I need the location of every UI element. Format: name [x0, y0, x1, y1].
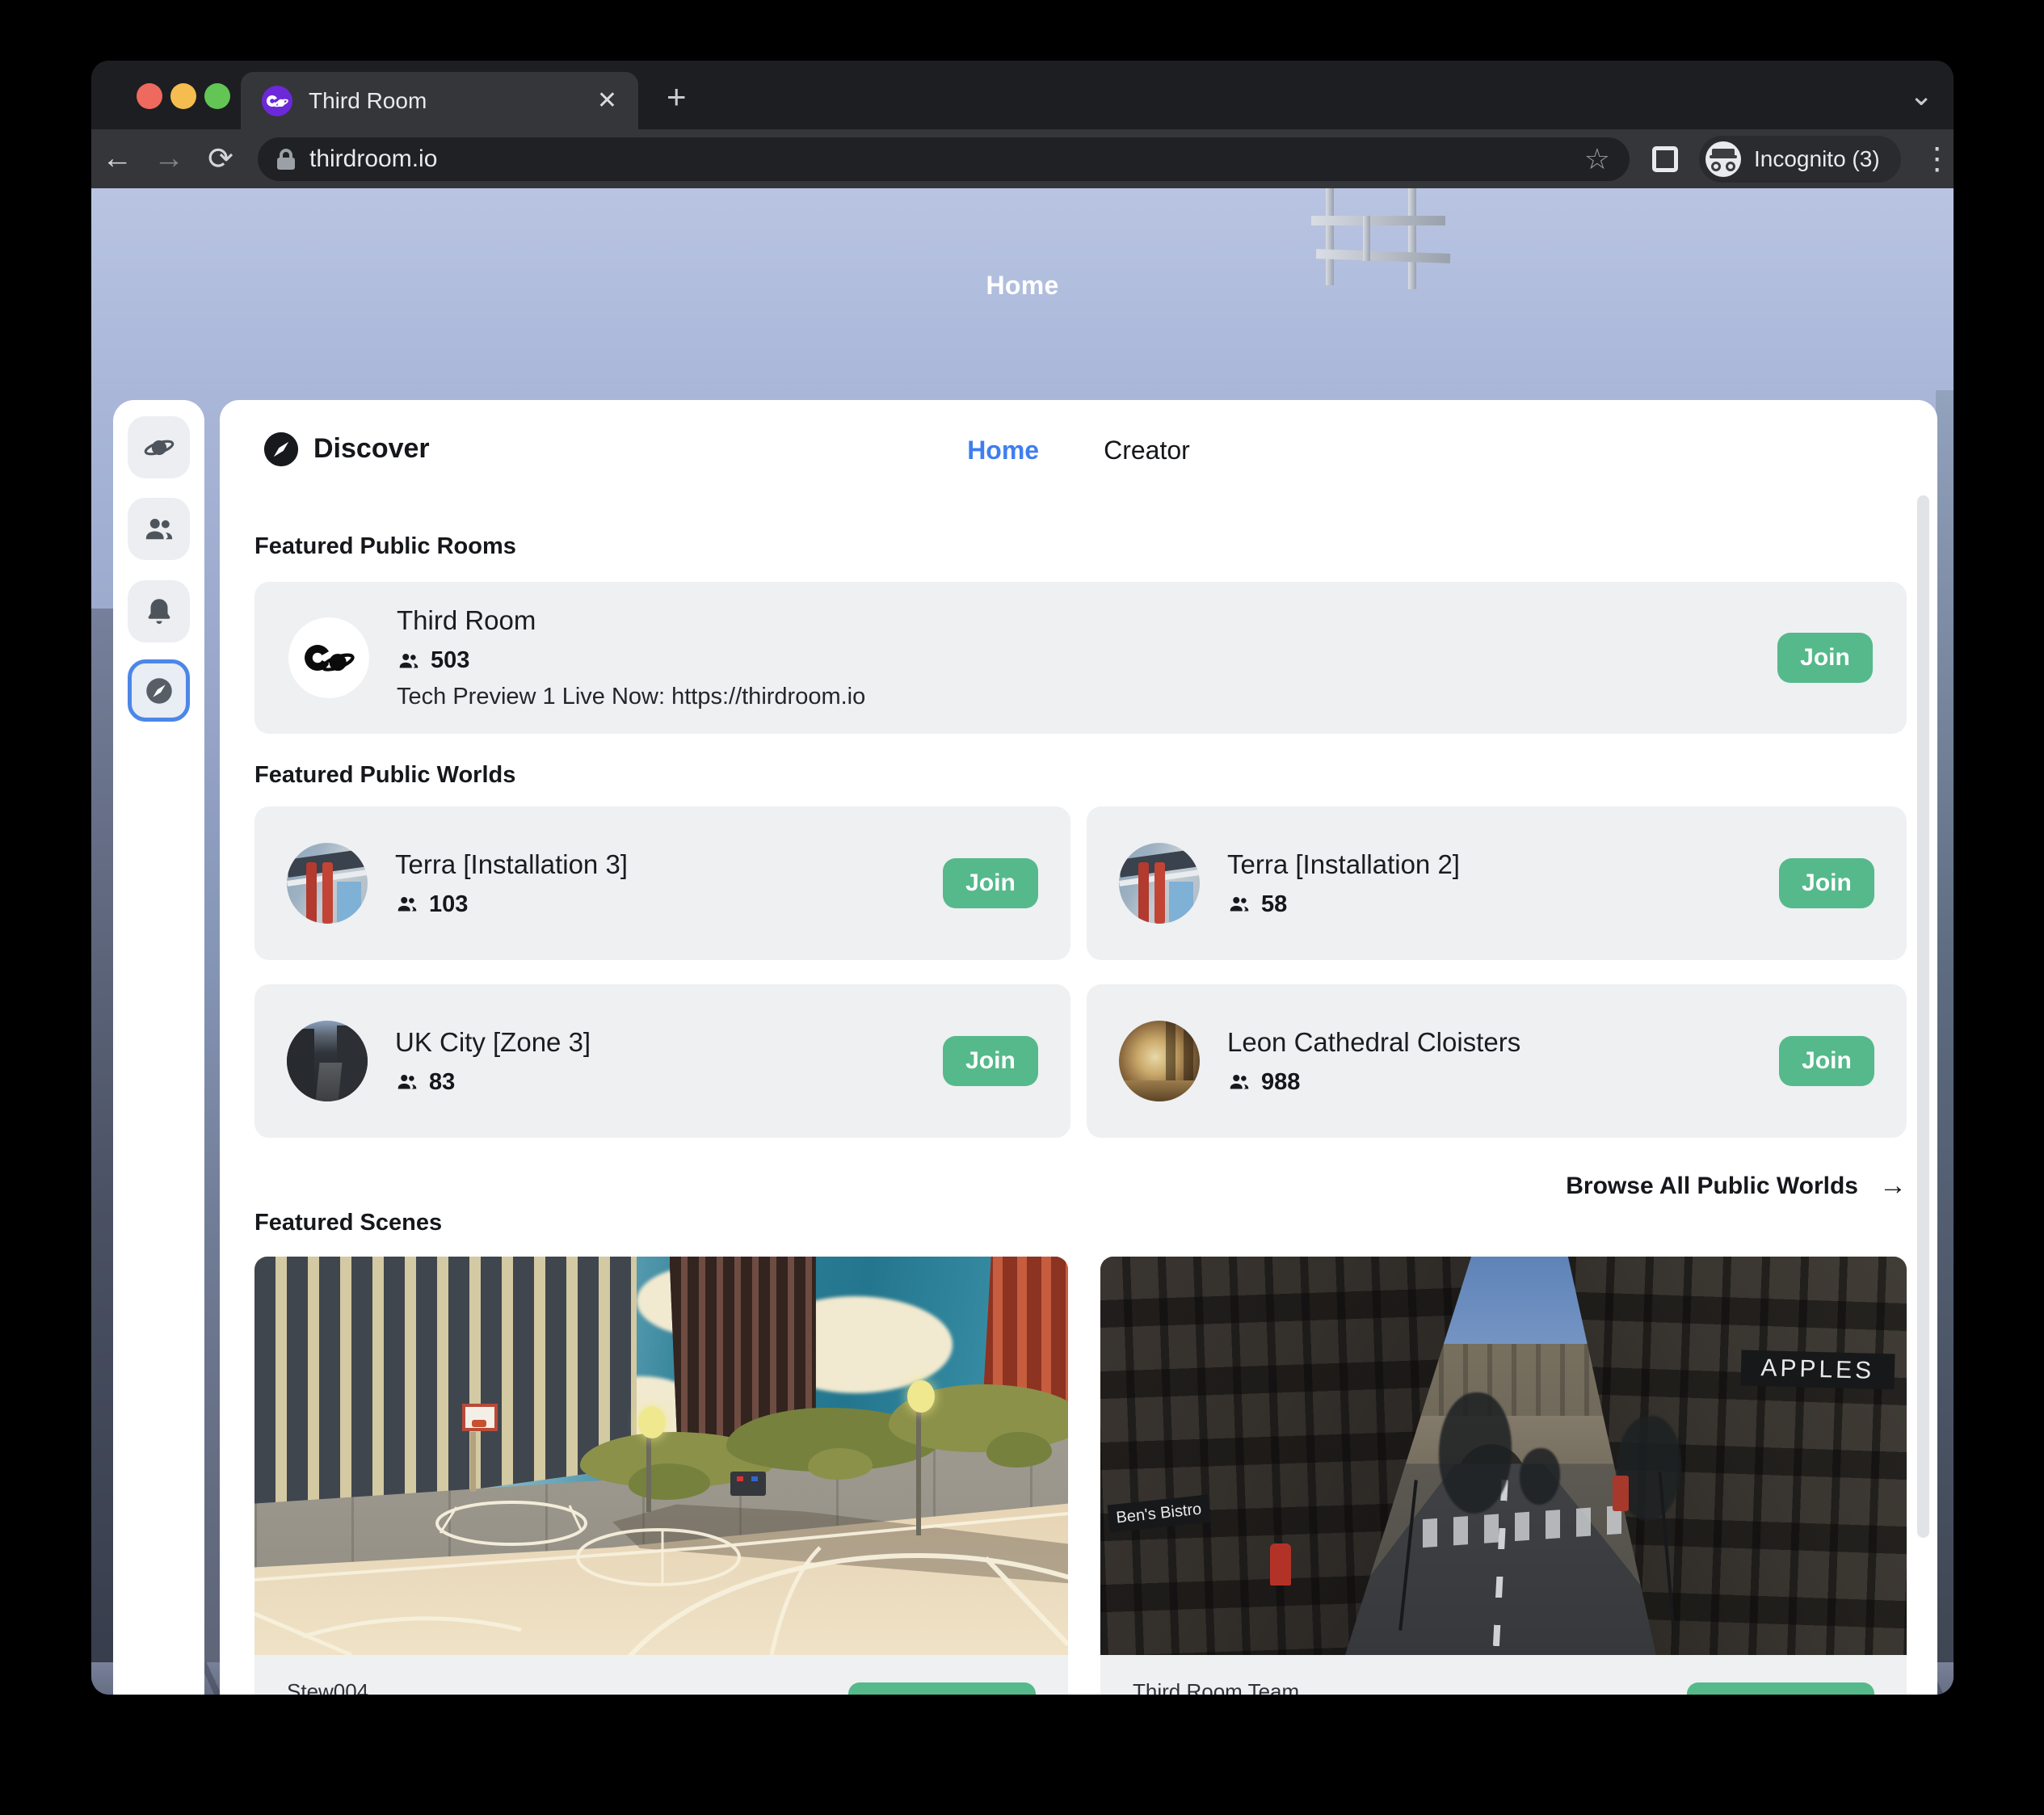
section-heading-rooms: Featured Public Rooms — [254, 533, 516, 560]
scene-thumbnail-basketball-court — [254, 1257, 1068, 1655]
thirdroom-favicon-icon — [262, 86, 292, 116]
scene-footer: Stew004 Basketball Court Create World — [254, 1655, 1068, 1695]
world-avatar — [1119, 843, 1200, 924]
members-icon — [1227, 892, 1251, 916]
join-world-button[interactable]: Join — [1779, 858, 1874, 908]
scene-card-basketball-court: Stew004 Basketball Court Create World — [254, 1257, 1068, 1695]
url-text: thirdroom.io — [309, 145, 1570, 173]
new-tab-button[interactable]: + — [667, 80, 687, 114]
discover-tabs: Home Creator — [220, 436, 1937, 465]
arrow-right-icon: → — [1879, 1170, 1907, 1202]
members-icon — [1227, 1070, 1251, 1094]
sidebar-item-friends[interactable] — [128, 498, 190, 560]
discover-header: Discover Home Creator — [220, 400, 1937, 497]
world-name: Terra [Installation 2] — [1227, 849, 1779, 880]
incognito-icon — [1705, 141, 1741, 177]
world-background-left — [91, 609, 114, 1695]
basketball-hoop — [462, 1404, 498, 1433]
people-icon — [142, 512, 176, 546]
browser-window: Third Room ✕ + ⌄ ← → ⟳ thirdroom.io ☆ In… — [91, 61, 1954, 1695]
browser-tab-strip: Third Room ✕ + ⌄ — [91, 61, 1954, 129]
planet-icon — [142, 431, 176, 465]
browser-menu-icon[interactable]: ⋮ — [1922, 141, 1953, 177]
world-name: UK City [Zone 3] — [395, 1027, 943, 1058]
tab-close-icon[interactable]: ✕ — [597, 86, 617, 115]
create-world-button[interactable]: Create World — [848, 1682, 1036, 1695]
lock-icon — [277, 149, 295, 170]
world-card-uk-city-zone3[interactable]: UK City [Zone 3] 83 Join — [254, 984, 1070, 1138]
bookmark-star-icon[interactable]: ☆ — [1584, 142, 1610, 176]
scene-card-uk-city: APPLES Ben's Bistro Third Room Team UK C… — [1100, 1257, 1907, 1695]
join-world-button[interactable]: Join — [943, 858, 1038, 908]
scene-thumbnail-uk-city: APPLES Ben's Bistro — [1100, 1257, 1907, 1655]
world-member-count: 83 — [429, 1069, 455, 1096]
world-card-leon-cathedral[interactable]: Leon Cathedral Cloisters 988 Join — [1087, 984, 1907, 1138]
room-card-third-room[interactable]: Third Room 503 Tech Preview 1 Live Now: … — [254, 582, 1907, 734]
court-lines — [254, 1257, 1068, 1655]
incognito-badge[interactable]: Incognito (3) — [1699, 136, 1901, 183]
reload-icon[interactable]: ⟳ — [195, 141, 246, 177]
sidebar-item-notifications[interactable] — [128, 580, 190, 642]
red-postbox — [1270, 1543, 1291, 1585]
sidebar-item-worlds[interactable] — [128, 416, 190, 478]
window-zoom-button[interactable] — [204, 83, 230, 109]
world-avatar — [287, 843, 368, 924]
world-name: Terra [Installation 3] — [395, 849, 943, 880]
window-minimize-button[interactable] — [170, 83, 196, 109]
browser-tab[interactable]: Third Room ✕ — [241, 72, 638, 129]
sidebar-item-discover-selected[interactable] — [128, 659, 190, 722]
scene-author: Stew004 — [287, 1679, 848, 1695]
join-world-button[interactable]: Join — [943, 1036, 1038, 1086]
window-close-button[interactable] — [137, 83, 162, 109]
side-panel-icon[interactable] — [1652, 146, 1678, 172]
world-member-count: 103 — [429, 891, 468, 918]
scene-author: Third Room Team — [1133, 1679, 1687, 1695]
section-heading-scenes: Featured Scenes — [254, 1210, 442, 1236]
world-card-terra-3[interactable]: Terra [Installation 3] 103 Join — [254, 806, 1070, 960]
app-sidebar: M — [113, 400, 204, 1695]
world-avatar — [287, 1021, 368, 1101]
section-heading-worlds: Featured Public Worlds — [254, 762, 515, 789]
scrollbar-thumb[interactable] — [1917, 495, 1929, 1538]
address-bar[interactable]: thirdroom.io ☆ — [258, 137, 1630, 181]
world-avatar — [1119, 1021, 1200, 1101]
tab-creator[interactable]: Creator — [1104, 436, 1190, 465]
scoreboard — [730, 1472, 766, 1496]
tab-search-chevron-icon[interactable]: ⌄ — [1909, 78, 1933, 112]
tab-title: Third Room — [309, 88, 581, 114]
room-member-count: 503 — [431, 647, 469, 674]
page-viewport: Home — [91, 188, 1954, 1695]
bell-icon — [142, 595, 176, 629]
room-avatar — [288, 617, 369, 698]
world-member-count: 988 — [1261, 1069, 1300, 1096]
incognito-label: Incognito (3) — [1754, 146, 1880, 172]
forward-icon[interactable]: → — [143, 141, 195, 176]
create-world-button[interactable]: Create World — [1687, 1682, 1874, 1695]
browse-all-label: Browse All Public Worlds — [1566, 1173, 1858, 1200]
browser-toolbar: ← → ⟳ thirdroom.io ☆ Incognito (3) ⋮ — [91, 129, 1954, 188]
tab-home[interactable]: Home — [967, 436, 1039, 465]
apples-shop-sign: APPLES — [1741, 1350, 1895, 1390]
world-header-title: Home — [91, 271, 1954, 301]
back-icon[interactable]: ← — [91, 141, 143, 176]
world-name: Leon Cathedral Cloisters — [1227, 1027, 1779, 1058]
compass-icon — [142, 674, 176, 708]
members-icon — [395, 1070, 419, 1094]
members-icon — [395, 892, 419, 916]
world-card-terra-2[interactable]: Terra [Installation 2] 58 Join — [1087, 806, 1907, 960]
members-icon — [397, 649, 421, 673]
scene-footer: Third Room Team UK City Create World — [1100, 1655, 1907, 1695]
join-world-button[interactable]: Join — [1779, 1036, 1874, 1086]
phone-booth — [1613, 1476, 1629, 1511]
world-background-right — [1936, 390, 1954, 1695]
room-description: Tech Preview 1 Live Now: https://thirdro… — [397, 684, 1777, 710]
world-member-count: 58 — [1261, 891, 1287, 918]
browse-all-public-worlds-link[interactable]: Browse All Public Worlds → — [1566, 1170, 1907, 1202]
join-room-button[interactable]: Join — [1777, 633, 1873, 683]
room-name: Third Room — [397, 605, 1777, 636]
discover-panel: Discover Home Creator Featured Public Ro… — [220, 400, 1937, 1695]
